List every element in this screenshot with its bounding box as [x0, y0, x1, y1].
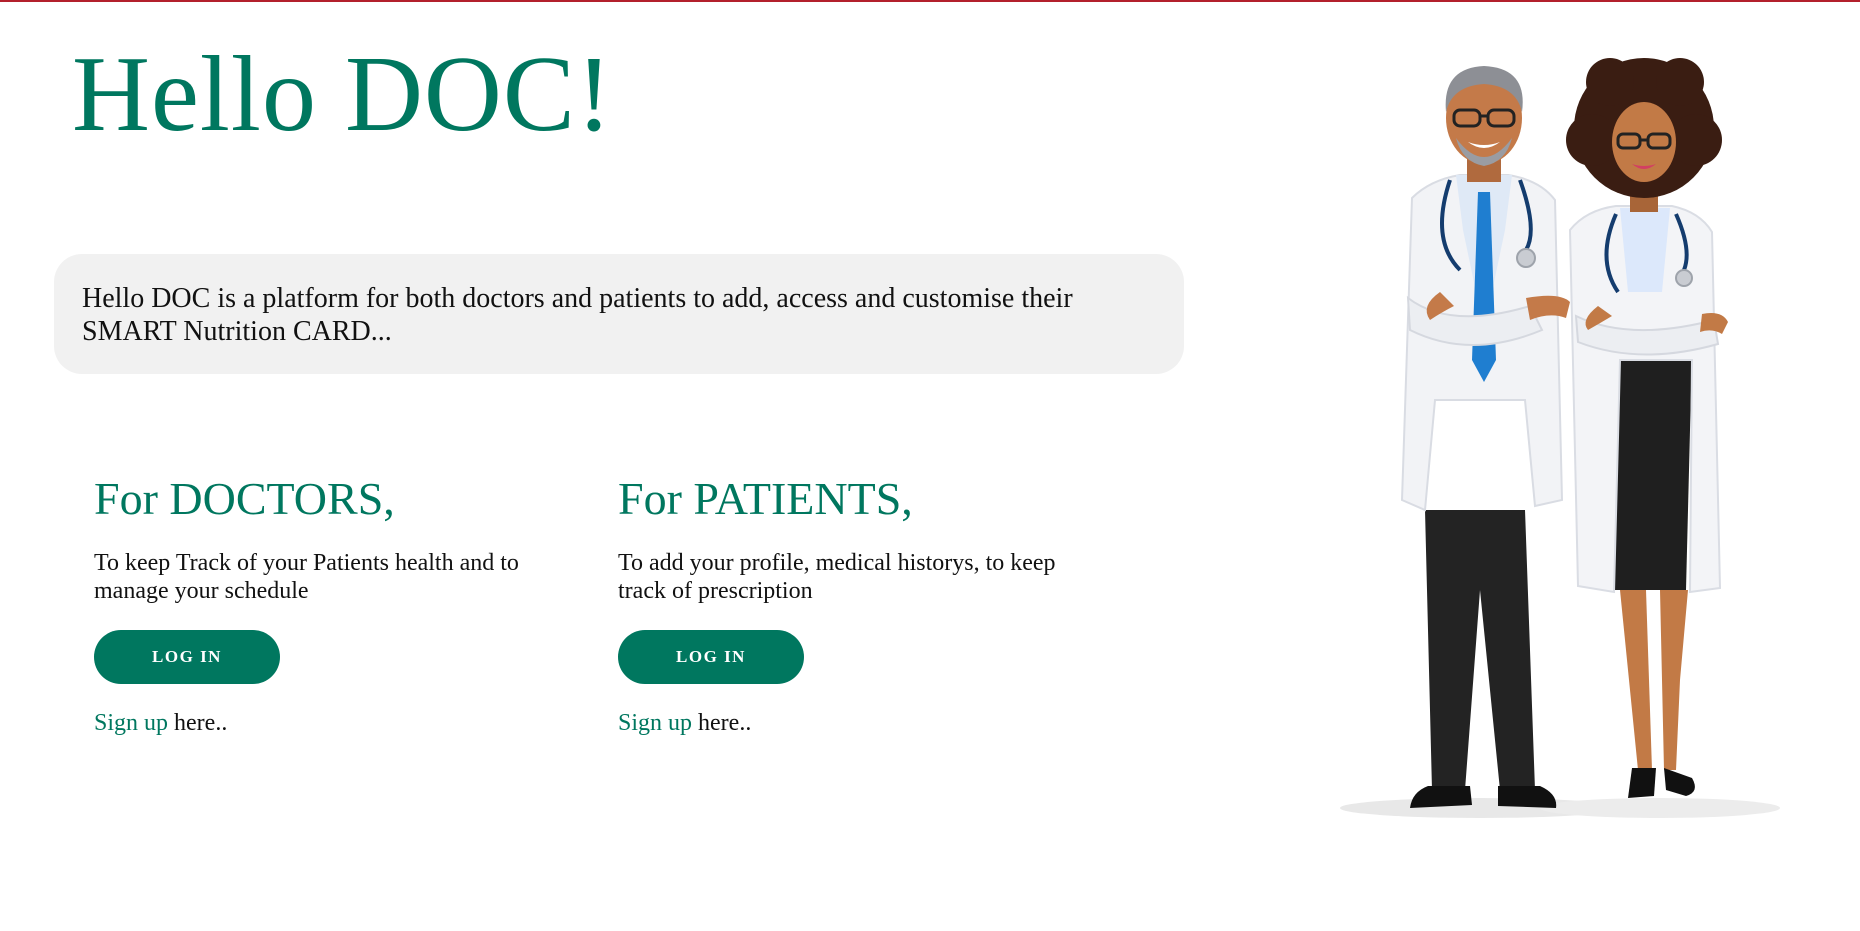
doctors-description: To keep Track of your Patients health an…: [94, 549, 519, 604]
patients-section: For PATIENTS, To add your profile, medic…: [618, 473, 1098, 736]
male-doctor-figure: [1400, 66, 1570, 808]
doctors-section: For DOCTORS, To keep Track of your Patie…: [94, 473, 574, 736]
page-title: Hello DOC!: [72, 35, 613, 154]
doctors-login-button[interactable]: LOG IN: [94, 630, 280, 684]
patients-signup-line: Sign up here..: [618, 710, 751, 737]
patients-login-button[interactable]: LOG IN: [618, 630, 804, 684]
doctors-signup-line: Sign up here..: [94, 710, 227, 737]
patients-heading: For PATIENTS,: [618, 473, 913, 524]
doctors-signup-suffix: here..: [168, 710, 228, 736]
intro-box: Hello DOC is a platform for both doctors…: [54, 254, 1184, 374]
patients-signup-link[interactable]: Sign up: [618, 710, 692, 736]
doctors-signup-link[interactable]: Sign up: [94, 710, 168, 736]
patients-description: To add your profile, medical historys, t…: [618, 549, 1056, 604]
doctors-heading: For DOCTORS,: [94, 473, 395, 524]
intro-text: Hello DOC is a platform for both doctors…: [82, 283, 1073, 347]
patients-signup-suffix: here..: [692, 710, 752, 736]
top-accent-bar: [0, 0, 1860, 2]
doctors-illustration-icon: [1340, 58, 1780, 818]
female-doctor-figure: [1566, 58, 1728, 798]
